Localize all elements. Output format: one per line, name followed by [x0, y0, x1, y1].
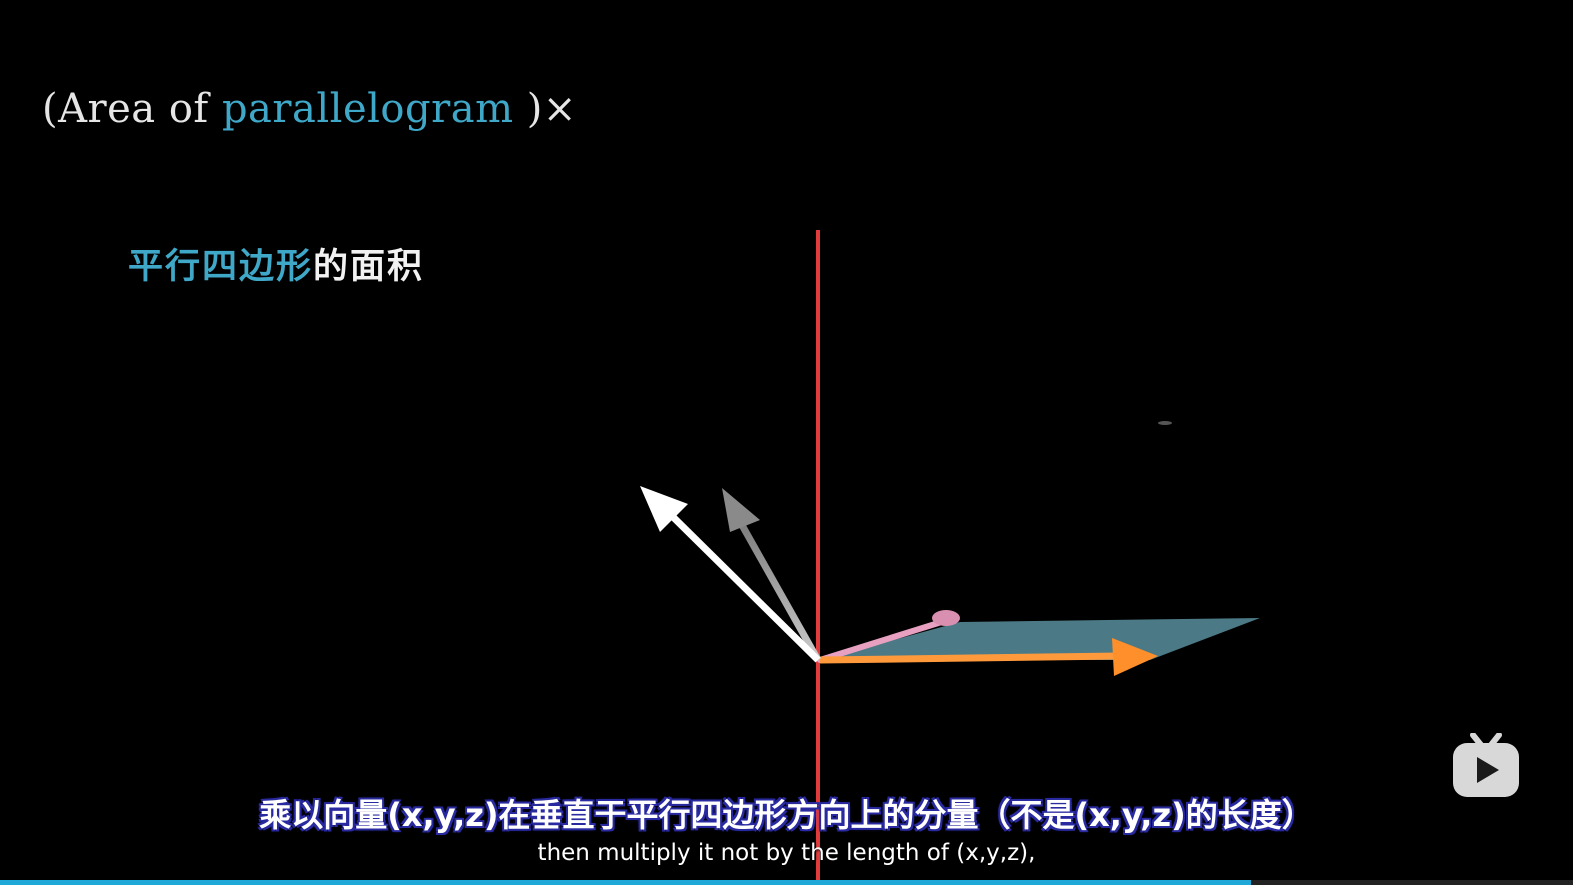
subtitle-chinese: 乘以向量(x,y,z)在垂直于平行四边形方向上的分量（不是(x,y,z)的长度）: [259, 796, 1314, 834]
progress-bar[interactable]: [0, 880, 1573, 885]
subtitle-english: then multiply it not by the length of (x…: [537, 840, 1036, 866]
progress-bar-fill: [0, 880, 1251, 885]
vector-scene: [640, 230, 1260, 885]
distant-mark: [1158, 421, 1172, 425]
gray-vector-head: [722, 488, 760, 532]
orange-vector: [819, 652, 1121, 664]
video-frame[interactable]: (Area of parallelogram )× 平行四边形的面积 乘以向量(…: [0, 0, 1573, 885]
bilibili-tv-icon: [1453, 733, 1519, 797]
pink-vector-tip: [932, 610, 960, 626]
white-vector: [665, 509, 821, 663]
